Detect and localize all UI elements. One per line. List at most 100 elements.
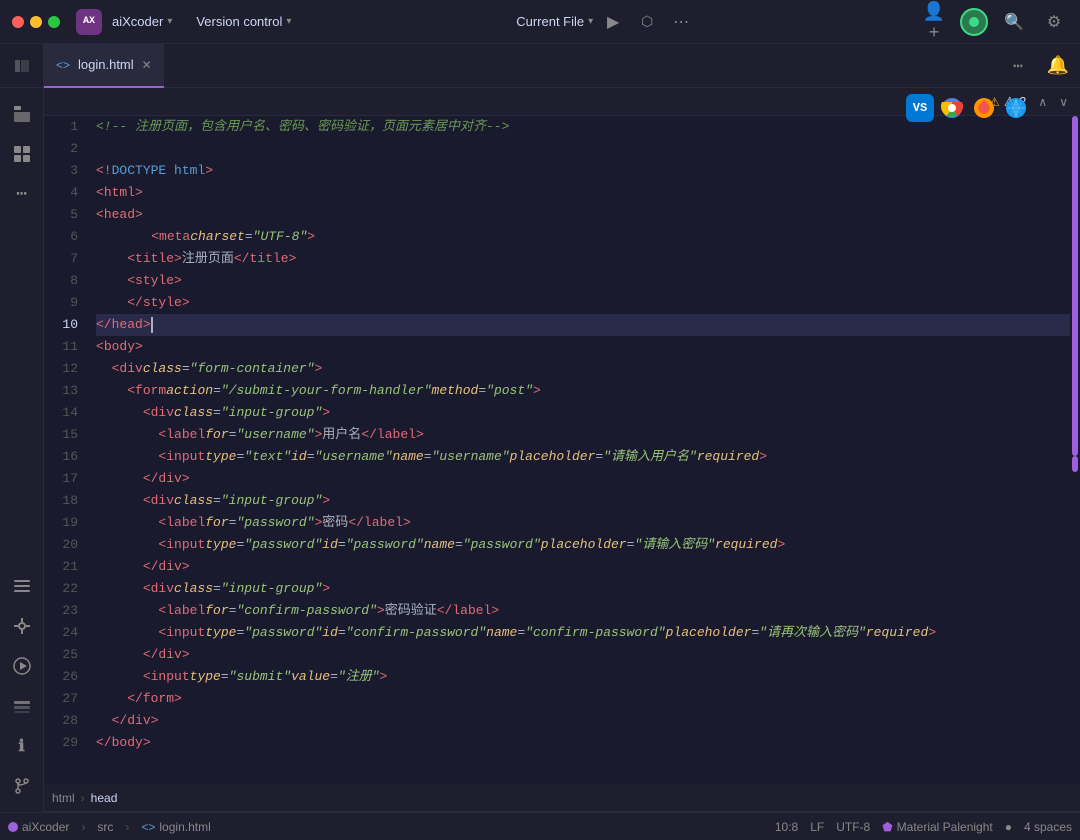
breadcrumb-html[interactable]: html bbox=[52, 791, 75, 805]
firefox-icon[interactable] bbox=[970, 94, 998, 122]
sidebar-icon-git[interactable] bbox=[4, 768, 40, 804]
add-user-icon[interactable]: 👤+ bbox=[920, 8, 948, 36]
line-num-7: 7 bbox=[44, 248, 88, 270]
title-center: Current File ▾ ▶ ⬡ ⋯ bbox=[299, 8, 912, 36]
status-bar: aiXcoder › src › <> login.html 10:8 LF U… bbox=[0, 812, 1080, 840]
sidebar-icon-explorer[interactable] bbox=[4, 96, 40, 132]
status-position[interactable]: 10:8 bbox=[775, 820, 798, 834]
line-num-6: 6 bbox=[44, 226, 88, 248]
status-breadcrumb-src[interactable]: src bbox=[97, 820, 113, 834]
current-file-button[interactable]: Current File ▾ bbox=[516, 14, 593, 29]
more-button[interactable]: ⋯ bbox=[667, 8, 695, 36]
line-num-9: 9 bbox=[44, 292, 88, 314]
ai-status-indicator bbox=[960, 8, 988, 36]
status-ai-label: aiXcoder bbox=[22, 820, 69, 834]
line-num-28: 28 bbox=[44, 710, 88, 732]
status-dot-2: ● bbox=[1005, 820, 1012, 834]
breadcrumb: html › head bbox=[44, 784, 1080, 812]
line-num-18: 18 bbox=[44, 490, 88, 512]
tab-more-button[interactable]: ⋯ bbox=[1000, 44, 1036, 88]
sidebar-icon-list[interactable] bbox=[4, 568, 40, 604]
editor: VS bbox=[44, 88, 1080, 812]
code-line-2 bbox=[96, 138, 1070, 160]
warning-nav: ∧ ∨ bbox=[1034, 93, 1072, 111]
version-control-btn[interactable]: Version control ▾ bbox=[196, 14, 291, 29]
line-num-10: 10 bbox=[44, 314, 88, 336]
tab-close-icon[interactable]: ✕ bbox=[142, 58, 152, 72]
search-icon[interactable]: 🔍 bbox=[1000, 8, 1028, 36]
code-line-14: <div class="input-group"> bbox=[96, 402, 1070, 424]
line-num-24: 24 bbox=[44, 622, 88, 644]
line-num-14: 14 bbox=[44, 402, 88, 424]
line-num-15: 15 bbox=[44, 424, 88, 446]
vertical-scrollbar[interactable] bbox=[1070, 116, 1080, 784]
line-num-1: 1 bbox=[44, 116, 88, 138]
sidebar-icon-more[interactable]: ⋯ bbox=[4, 176, 40, 212]
status-encoding[interactable]: UTF-8 bbox=[836, 820, 870, 834]
run-button[interactable]: ▶ bbox=[599, 8, 627, 36]
sidebar-icon-play[interactable] bbox=[4, 648, 40, 684]
code-line-27: </form> bbox=[96, 688, 1070, 710]
debug-button[interactable]: ⬡ bbox=[633, 8, 661, 36]
browser-bar: VS bbox=[906, 94, 1030, 122]
status-eol[interactable]: LF bbox=[810, 820, 824, 834]
close-button[interactable] bbox=[12, 16, 24, 28]
tab-file-icon: <> bbox=[56, 58, 70, 72]
app-name[interactable]: aiXcoder ▾ bbox=[112, 14, 172, 29]
tab-login-html[interactable]: <> login.html ✕ bbox=[44, 44, 164, 88]
status-theme[interactable]: ⬟ Material Palenight bbox=[882, 820, 993, 834]
maximize-button[interactable] bbox=[48, 16, 60, 28]
sidebar-icon-info[interactable]: ℹ bbox=[4, 728, 40, 764]
code-line-23: <label for="confirm-password">密码验证</labe… bbox=[96, 600, 1070, 622]
code-lines[interactable]: <!-- 注册页面，包含用户名、密码、密码验证，页面元素居中对齐--> <!DO… bbox=[88, 116, 1070, 784]
line-num-8: 8 bbox=[44, 270, 88, 292]
sidebar-toggle-icon[interactable] bbox=[0, 44, 44, 88]
scrollbar-handle-bottom[interactable] bbox=[1072, 456, 1078, 472]
app-logo: AX bbox=[76, 9, 102, 35]
line-num-23: 23 bbox=[44, 600, 88, 622]
line-num-4: 4 bbox=[44, 182, 88, 204]
code-line-5: <head> bbox=[96, 204, 1070, 226]
code-line-11: <body> bbox=[96, 336, 1070, 358]
line-num-17: 17 bbox=[44, 468, 88, 490]
code-line-21: </div> bbox=[96, 556, 1070, 578]
status-breadcrumb-file[interactable]: <> login.html bbox=[141, 820, 210, 834]
tab-bar: <> login.html ✕ ⋯ 🔔 bbox=[0, 44, 1080, 88]
settings-icon[interactable]: ⚙ bbox=[1040, 8, 1068, 36]
line-num-11: 11 bbox=[44, 336, 88, 358]
warning-nav-down[interactable]: ∨ bbox=[1055, 93, 1072, 111]
notification-bell-icon[interactable]: 🔔 bbox=[1036, 44, 1080, 88]
line-numbers: 1 2 3 4 5 6 7 8 9 10 11 12 13 14 15 16 1… bbox=[44, 116, 88, 784]
warning-bar: VS bbox=[44, 88, 1080, 116]
main-content: ⋯ bbox=[0, 88, 1080, 812]
line-num-2: 2 bbox=[44, 138, 88, 160]
breadcrumb-head[interactable]: head bbox=[91, 791, 118, 805]
status-ai-dot[interactable]: aiXcoder bbox=[8, 820, 69, 834]
sidebar-icon-tools[interactable] bbox=[4, 608, 40, 644]
line-num-21: 21 bbox=[44, 556, 88, 578]
code-line-22: <div class="input-group"> bbox=[96, 578, 1070, 600]
app-name-dropdown-icon: ▾ bbox=[167, 16, 172, 27]
code-line-15: <label for="username">用户名</label> bbox=[96, 424, 1070, 446]
safari-icon[interactable] bbox=[1002, 94, 1030, 122]
code-line-4: <html> bbox=[96, 182, 1070, 204]
line-num-29: 29 bbox=[44, 732, 88, 754]
minimize-button[interactable] bbox=[30, 16, 42, 28]
code-line-16: <input type="text" id="username" name="u… bbox=[96, 446, 1070, 468]
warning-nav-up[interactable]: ∧ bbox=[1034, 93, 1051, 111]
chrome-icon[interactable] bbox=[938, 94, 966, 122]
status-spaces[interactable]: 4 spaces bbox=[1024, 820, 1072, 834]
code-line-28: </div> bbox=[96, 710, 1070, 732]
line-num-27: 27 bbox=[44, 688, 88, 710]
line-num-12: 12 bbox=[44, 358, 88, 380]
scrollbar-handle-top[interactable] bbox=[1072, 116, 1078, 456]
vscode-icon[interactable]: VS bbox=[906, 94, 934, 122]
code-editor[interactable]: 1 2 3 4 5 6 7 8 9 10 11 12 13 14 15 16 1… bbox=[44, 116, 1080, 784]
traffic-lights bbox=[12, 16, 60, 28]
code-line-12: <div class="form-container"> bbox=[96, 358, 1070, 380]
version-control-dropdown-icon: ▾ bbox=[286, 16, 291, 27]
code-line-10: </head> bbox=[96, 314, 1070, 336]
line-num-3: 3 bbox=[44, 160, 88, 182]
sidebar-icon-layers[interactable] bbox=[4, 688, 40, 724]
sidebar-icon-grid[interactable] bbox=[4, 136, 40, 172]
